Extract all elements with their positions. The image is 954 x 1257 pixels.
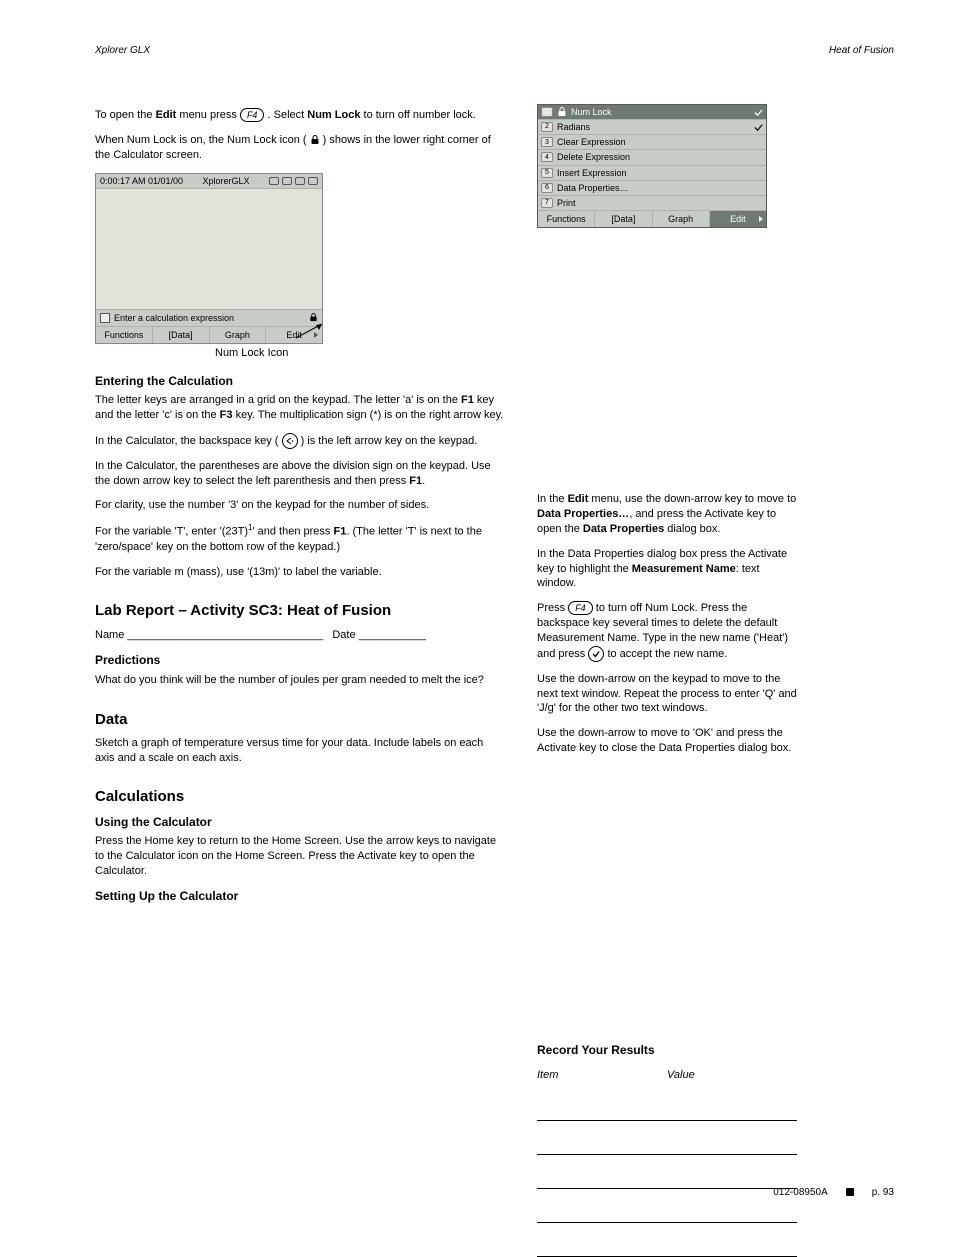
lab-name-date: Name ________________________________ Da… — [95, 628, 505, 643]
table-row — [537, 1189, 797, 1223]
calc-open: Press the Home key to return to the Home… — [95, 834, 505, 879]
lock-icon — [557, 107, 567, 117]
menu-tab-data[interactable]: [Data] — [595, 211, 652, 227]
menu-index: 4 — [541, 152, 553, 162]
heading-record-results: Record Your Results — [537, 1042, 797, 1058]
shot-tab-data[interactable]: [Data] — [153, 327, 210, 343]
check-icon — [754, 108, 763, 117]
check-icon — [754, 123, 763, 132]
para-backspace: In the Calculator, the backspace key ( )… — [95, 433, 505, 449]
table-row — [537, 1223, 797, 1257]
menu-index: 2 — [541, 122, 553, 132]
para-letterkeys: The letter keys are arranged in a grid o… — [95, 393, 505, 423]
activate-key-icon — [588, 646, 604, 662]
para-numlock-icon: When Num Lock is on, the Num Lock icon (… — [95, 133, 505, 163]
right-step1: In the Edit menu, use the down-arrow key… — [537, 492, 797, 537]
shot-title: XplorerGLX — [203, 175, 250, 187]
calculator-screenshot: 0:00:17 AM 01/01/00 XplorerGLX Enter a c… — [95, 173, 323, 344]
heading-using-calc: Using the Calculator — [95, 814, 505, 830]
menu-index: 3 — [541, 137, 553, 147]
shot-tab-edit[interactable]: Edit — [266, 327, 322, 343]
menu-index: 7 — [541, 198, 553, 208]
menu-item-label: Print — [557, 197, 576, 209]
predictions-question: What do you think will be the number of … — [95, 673, 505, 688]
menu-tab-functions[interactable]: Functions — [538, 211, 595, 227]
f4-key-icon: F4 — [240, 108, 265, 122]
f4-key-icon: F4 — [568, 601, 593, 615]
right-step2: In the Data Properties dialog box press … — [537, 547, 797, 592]
table-row — [537, 1087, 797, 1121]
menu-item[interactable]: 6 Data Properties… — [538, 180, 766, 195]
footer-bullet-icon — [846, 1188, 854, 1196]
doc-icon — [100, 313, 110, 323]
heading-data: Data — [95, 710, 505, 730]
table-row — [537, 1155, 797, 1189]
results-table: Item Value — [537, 1068, 797, 1257]
heading-entering-calc: Entering the Calculation — [95, 373, 505, 389]
shot-hint: Enter a calculation expression — [114, 312, 234, 324]
menu-tab-edit[interactable]: Edit — [710, 211, 766, 227]
runheader-right: Heat of Fusion — [829, 44, 894, 58]
backspace-key-icon — [282, 433, 298, 449]
menu-item-label: Insert Expression — [557, 167, 627, 179]
para-varm: For the variable m (mass), use '(13m)' t… — [95, 565, 505, 580]
right-step4: Use the down-arrow on the keypad to move… — [537, 672, 797, 717]
runheader-left: Xplorer GLX — [95, 44, 150, 58]
menu-item-label: Data Properties… — [557, 182, 629, 194]
shot-tab-graph[interactable]: Graph — [210, 327, 267, 343]
left-column: To open the Edit menu press F4 . Select … — [95, 104, 505, 1257]
footer-page: p. 93 — [872, 1186, 894, 1200]
menu-index: 6 — [541, 183, 553, 193]
lock-icon — [310, 135, 320, 145]
table-row — [537, 1121, 797, 1155]
menu-tab-graph[interactable]: Graph — [653, 211, 710, 227]
screenshot-caption: Num Lock Icon — [215, 346, 505, 361]
menu-item-label: Radians — [557, 121, 590, 133]
menu-item[interactable]: 4 Delete Expression — [538, 149, 766, 164]
menu-index-1: 1 — [541, 107, 553, 117]
shot-workarea — [96, 189, 322, 309]
page-footer: 012-08950A p. 93 — [773, 1186, 894, 1200]
para-varT: For the variable 'T', enter '(23T)1' and… — [95, 523, 505, 554]
footer-code: 012-08950A — [773, 1186, 828, 1200]
shot-tab-functions[interactable]: Functions — [96, 327, 153, 343]
para-sides: For clarity, use the number '3' on the k… — [95, 498, 505, 513]
menu-title: Num Lock — [571, 106, 612, 118]
shot-timestamp: 0:00:17 AM 01/01/00 — [100, 175, 183, 187]
right-step5: Use the down-arrow to move to 'OK' and p… — [537, 726, 797, 756]
para-parens: In the Calculator, the parentheses are a… — [95, 459, 505, 489]
menu-item[interactable]: 7 Print — [538, 195, 766, 210]
heading-predictions: Predictions — [95, 652, 505, 668]
edit-menu-thumbnail: 1 Num Lock 2 Radians 3 Clear Expression 4 Del… — [537, 104, 767, 228]
right-step3: Press F4 to turn off Num Lock. Press the… — [537, 601, 797, 662]
menu-item[interactable]: 2 Radians — [538, 119, 766, 134]
right-column: 1 Num Lock 2 Radians 3 Clear Expression 4 Del… — [537, 104, 797, 1257]
shot-status-icons — [269, 177, 318, 185]
results-col-item: Item — [537, 1068, 667, 1087]
data-sketch: Sketch a graph of temperature versus tim… — [95, 736, 505, 766]
heading-calculations: Calculations — [95, 787, 505, 807]
heading-setup-calc: Setting Up the Calculator — [95, 888, 505, 904]
menu-index: 5 — [541, 168, 553, 178]
menu-item-label: Clear Expression — [557, 136, 626, 148]
heading-labreport: Lab Report – Activity SC3: Heat of Fusio… — [95, 601, 505, 621]
results-col-value: Value — [667, 1068, 797, 1087]
para-edit-menu: To open the Edit menu press F4 . Select … — [95, 108, 505, 123]
menu-item[interactable]: 3 Clear Expression — [538, 134, 766, 149]
menu-item[interactable]: 5 Insert Expression — [538, 165, 766, 180]
menu-item-label: Delete Expression — [557, 151, 630, 163]
